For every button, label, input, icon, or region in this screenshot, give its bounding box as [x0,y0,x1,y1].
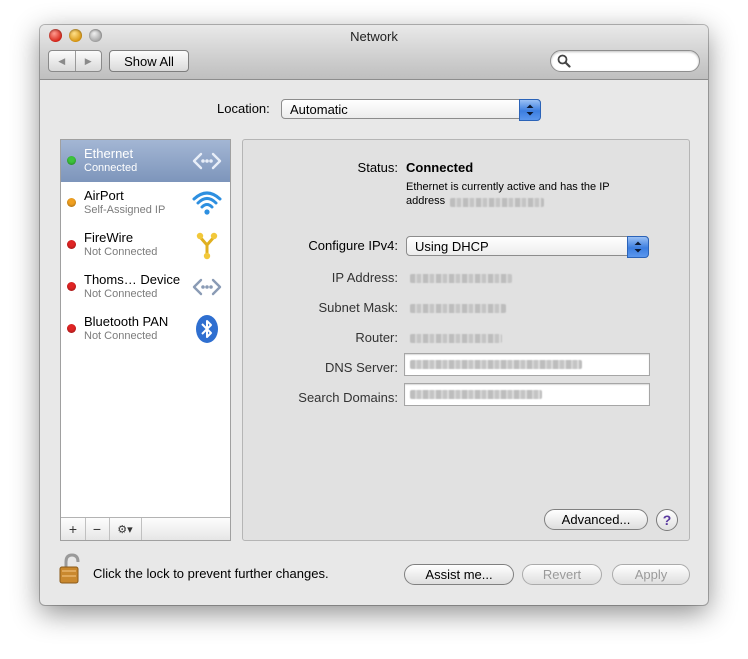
search-icon [557,54,571,68]
status-description: Ethernet is currently active and has the… [406,181,610,193]
service-list: Ethernet Connected AirPort Self-Assigned… [60,139,231,541]
service-item-bluetooth-pan[interactable]: Bluetooth PAN Not Connected [61,308,230,350]
service-name: Bluetooth PAN [84,314,169,329]
dns-server-value-redacted [410,360,582,369]
ethernet-icon [192,152,222,170]
assist-me-button[interactable]: Assist me... [404,564,514,585]
redacted-ip-address [450,198,544,207]
bluetooth-icon [196,315,218,343]
wifi-icon [192,191,222,215]
status-dot-red [67,240,76,249]
service-list-toolbar: + − ⚙▾ [61,517,230,540]
search-domains-label: Search Domains: [298,390,398,405]
ip-address-value-redacted [410,274,512,283]
subnet-mask-label: Subnet Mask: [318,300,399,315]
network-preferences-window: Network ◀ ▶ Show All Location: Automatic… [40,25,708,605]
service-detail-panel: Status: Connected Ethernet is currently … [242,139,690,541]
help-button[interactable]: ? [656,509,678,531]
status-description-address: address [406,195,446,207]
apply-button[interactable]: Apply [612,564,690,585]
add-service-button[interactable]: + [61,518,86,540]
remove-service-button[interactable]: − [85,518,110,540]
dns-server-field[interactable] [404,353,650,376]
back-arrow-icon[interactable]: ◀ [49,51,75,71]
configure-ipv4-popup[interactable]: Using DHCP [406,236,649,258]
ethernet-icon [192,278,222,296]
status-dot-red [67,282,76,291]
service-item-ethernet[interactable]: Ethernet Connected [61,140,230,182]
service-item-airport[interactable]: AirPort Self-Assigned IP [61,182,230,224]
gear-menu-button[interactable]: ⚙▾ [109,518,142,540]
router-label: Router: [355,330,398,345]
configure-ipv4-label: Configure IPv4: [308,238,398,253]
service-name: Thoms… Device [84,272,181,287]
search-domains-value-redacted [410,390,542,399]
search-domains-field[interactable] [404,383,650,406]
dns-server-label: DNS Server: [325,360,398,375]
show-all-button[interactable]: Show All [109,50,189,72]
forward-arrow-icon[interactable]: ▶ [74,51,102,71]
status-dot-green [67,156,76,165]
service-name: AirPort [84,188,124,203]
location-popup[interactable]: Automatic [281,99,541,121]
advanced-button[interactable]: Advanced... [544,509,648,530]
back-forward-control: ◀ ▶ [48,50,102,72]
service-name: Ethernet [84,146,134,161]
location-value: Automatic [290,101,348,117]
ip-address-label: IP Address: [331,270,398,285]
service-status: Connected [84,162,138,174]
service-status: Not Connected [84,330,158,342]
firewire-icon [196,232,218,260]
service-item-thoms-device[interactable]: Thoms… Device Not Connected [61,266,230,308]
service-name: FireWire [84,230,134,245]
service-status: Not Connected [84,246,158,258]
status-label: Status: [357,160,398,175]
location-label: Location: [217,101,270,116]
window-title: Network [350,29,398,44]
status-dot-red [67,324,76,333]
status-dot-yellow [67,198,76,207]
router-value-redacted [410,334,502,343]
configure-ipv4-value: Using DHCP [415,238,489,254]
lock-message: Click the lock to prevent further change… [93,566,329,581]
revert-button[interactable]: Revert [522,564,602,585]
popup-arrows-icon [627,236,649,258]
search-field[interactable] [550,50,700,72]
lock-icon[interactable] [58,553,86,585]
service-item-firewire[interactable]: FireWire Not Connected [61,224,230,266]
service-status: Self-Assigned IP [84,204,166,216]
service-status: Not Connected [84,288,158,300]
subnet-mask-value-redacted [410,304,506,313]
popup-arrows-icon [519,99,541,121]
status-value: Connected [406,160,474,175]
title-bar: Network ◀ ▶ Show All [40,25,708,80]
